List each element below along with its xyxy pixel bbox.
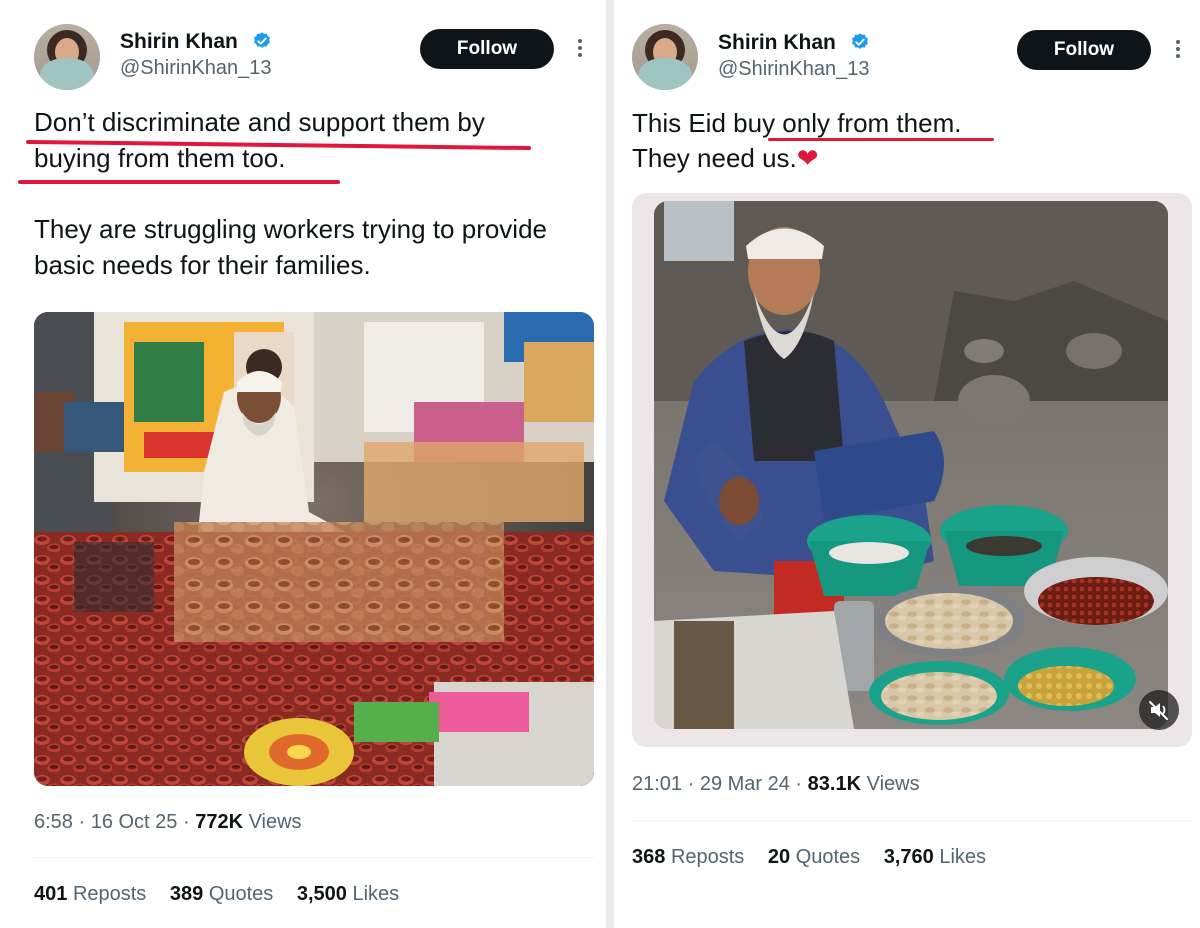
red-underline-2 [18, 180, 340, 184]
tweet-text-line-2: buying from them too. [34, 143, 286, 173]
tweet-right: Shirin Khan @ShirinKhan_13 Follow This E… [614, 0, 1200, 928]
tweet-left: Shirin Khan @ShirinKhan_13 Follow Don’t … [0, 0, 606, 928]
avatar[interactable] [34, 24, 100, 90]
tweet-timestamp[interactable]: 21:01 · 29 Mar 24 · 83.1K Views [632, 773, 920, 796]
verified-badge-icon [254, 32, 270, 48]
follow-button[interactable]: Follow [1017, 30, 1151, 70]
tweet-text-line-1: Don’t discriminate and support them by [34, 107, 485, 137]
red-heart-icon: ❤ [796, 143, 819, 173]
elderly-nut-vendor-photo[interactable] [654, 201, 1168, 729]
quotes-stat[interactable]: 389 Quotes [170, 883, 273, 905]
quotes-stat[interactable]: 20 Quotes [768, 846, 860, 868]
tweet-text-line-4: basic needs for their families. [34, 250, 371, 280]
tweet-text-line-2: They need us.❤ [632, 143, 819, 173]
separator [34, 857, 594, 858]
views-count: 772K [195, 811, 244, 833]
more-options-icon[interactable] [1174, 37, 1182, 61]
verified-badge-icon [852, 33, 868, 49]
tweet-timestamp[interactable]: 6:58 · 16 Oct 25 · 772K Views [34, 811, 302, 834]
reposts-stat[interactable]: 368 Reposts [632, 846, 744, 868]
author-handle[interactable]: @ShirinKhan_13 [718, 58, 870, 81]
street-diya-vendor-photo[interactable] [34, 312, 594, 786]
more-options-icon[interactable] [576, 36, 584, 60]
likes-stat[interactable]: 3,760 Likes [884, 846, 986, 868]
engagement-stats: 368 Reposts 20 Quotes 3,760 Likes [632, 846, 1004, 869]
reposts-stat[interactable]: 401 Reposts [34, 883, 146, 905]
tweet-text-line-1: This Eid buy only from them. [632, 108, 962, 138]
views-count: 83.1K [807, 773, 862, 795]
author-handle[interactable]: @ShirinKhan_13 [120, 57, 272, 80]
likes-stat[interactable]: 3,500 Likes [297, 883, 399, 905]
avatar[interactable] [632, 24, 698, 90]
panel-divider [606, 0, 614, 928]
engagement-stats: 401 Reposts 389 Quotes 3,500 Likes [34, 883, 417, 906]
separator [632, 820, 1192, 821]
tweet-text-line-3: They are struggling workers trying to pr… [34, 214, 548, 244]
muted-speaker-icon[interactable] [1139, 690, 1179, 730]
author-name[interactable]: Shirin Khan [120, 30, 238, 54]
author-name[interactable]: Shirin Khan [718, 31, 836, 55]
follow-button[interactable]: Follow [420, 29, 554, 69]
